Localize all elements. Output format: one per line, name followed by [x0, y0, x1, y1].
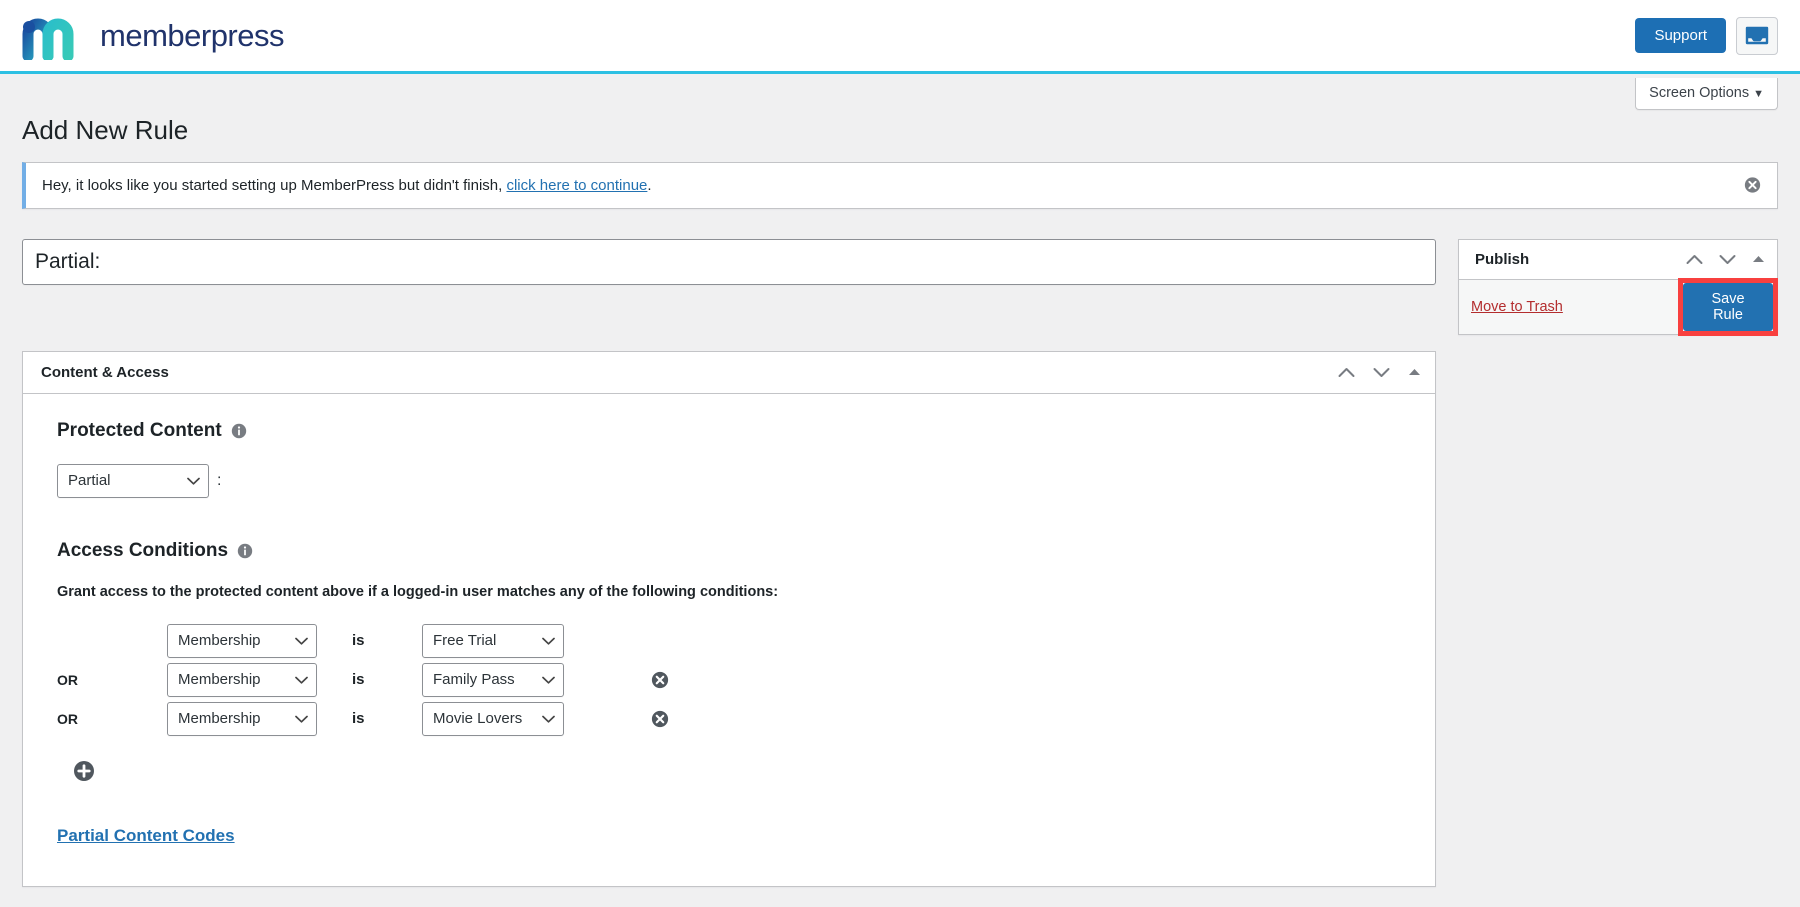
remove-condition-icon[interactable]: [651, 710, 669, 728]
condition-type-select-wrap: Membership: [167, 702, 317, 736]
toggle-panel-icon[interactable]: [1408, 368, 1421, 376]
notice-text-after: .: [647, 177, 651, 194]
condition-type-cell: Membership: [167, 702, 317, 736]
move-up-icon[interactable]: [1338, 367, 1355, 378]
condition-value-cell: Free Trial: [422, 624, 564, 658]
move-to-trash-link[interactable]: Move to Trash: [1471, 299, 1563, 315]
content-access-panel-title: Content & Access: [41, 364, 169, 381]
memberpress-logo-icon: [22, 12, 86, 60]
page-title: Add New Rule: [22, 108, 1778, 162]
protected-content-select[interactable]: Partial: [57, 464, 209, 498]
brand-header: memberpress Support: [0, 0, 1800, 74]
condition-comparison: is: [317, 671, 422, 688]
content-access-panel-header: Content & Access: [23, 352, 1435, 394]
protected-content-label: Protected Content: [57, 420, 222, 442]
screen-options-row: Screen Options ▼: [0, 74, 1800, 108]
content-access-panel-body: Protected Content Partial: [23, 394, 1435, 886]
move-down-icon[interactable]: [1719, 254, 1736, 265]
publish-box-title: Publish: [1475, 251, 1529, 268]
main-column: Content & Access: [22, 239, 1436, 887]
add-condition-icon[interactable]: [73, 760, 95, 782]
publish-box-footer: Move to Trash Save Rule: [1459, 280, 1777, 334]
protected-content-heading: Protected Content: [57, 420, 1435, 442]
close-icon[interactable]: [1744, 177, 1761, 194]
condition-delete-cell: [620, 710, 700, 728]
condition-delete-cell: [620, 671, 700, 689]
page-body: Add New Rule Hey, it looks like you star…: [0, 108, 1800, 887]
add-condition-row: [57, 760, 1435, 782]
partial-content-codes-link[interactable]: Partial Content Codes: [57, 826, 235, 846]
condition-value-select-wrap: Free Trial: [422, 624, 564, 658]
condition-type-cell: Membership: [167, 663, 317, 697]
condition-comparison: is: [317, 710, 422, 727]
protected-content-select-wrap: Partial: [57, 464, 209, 498]
inbox-button[interactable]: [1736, 17, 1778, 55]
editor-columns: Content & Access: [22, 239, 1778, 887]
condition-value-cell: Movie Lovers: [422, 702, 564, 736]
condition-value-select[interactable]: Free Trial: [422, 624, 564, 658]
sidebar-column: Publish Move to Trash: [1458, 239, 1778, 335]
condition-value-select[interactable]: Family Pass: [422, 663, 564, 697]
support-button[interactable]: Support: [1635, 18, 1726, 53]
publish-box: Publish Move to Trash: [1458, 239, 1778, 335]
setup-notice: Hey, it looks like you started setting u…: [22, 162, 1778, 209]
toggle-panel-icon[interactable]: [1752, 255, 1765, 263]
brand-actions: Support: [1635, 17, 1778, 55]
panel-controls: [1338, 367, 1421, 378]
condition-type-select-wrap: Membership: [167, 624, 317, 658]
memberpress-logo: memberpress: [22, 12, 284, 60]
condition-value-cell: Family Pass: [422, 663, 564, 697]
save-rule-button[interactable]: Save Rule: [1683, 283, 1773, 331]
publish-box-controls: [1686, 254, 1765, 265]
access-conditions-label: Access Conditions: [57, 540, 228, 562]
remove-condition-icon[interactable]: [651, 671, 669, 689]
condition-value-select[interactable]: Movie Lovers: [422, 702, 564, 736]
chevron-down-icon: ▼: [1753, 88, 1764, 100]
condition-type-cell: Membership: [167, 624, 317, 658]
protected-content-suffix: :: [217, 472, 221, 490]
content-access-panel: Content & Access: [22, 351, 1436, 887]
condition-type-select-wrap: Membership: [167, 663, 317, 697]
access-conditions-description: Grant access to the protected content ab…: [57, 584, 1435, 600]
condition-comparison: is: [317, 632, 422, 649]
save-rule-highlight: Save Rule: [1678, 278, 1778, 336]
protected-content-row: Partial :: [57, 464, 1435, 498]
condition-operator: OR: [57, 711, 167, 727]
publish-box-header: Publish: [1459, 240, 1777, 280]
screen-options-button[interactable]: Screen Options ▼: [1635, 78, 1778, 110]
condition-value-select-wrap: Family Pass: [422, 663, 564, 697]
condition-type-select[interactable]: Membership: [167, 702, 317, 736]
move-up-icon[interactable]: [1686, 254, 1703, 265]
condition-row: Membership is Free Trial: [57, 622, 1435, 660]
notice-text-before: Hey, it looks like you started setting u…: [42, 177, 506, 194]
move-down-icon[interactable]: [1373, 367, 1390, 378]
condition-type-select[interactable]: Membership: [167, 663, 317, 697]
condition-value-select-wrap: Movie Lovers: [422, 702, 564, 736]
brand-wordmark: memberpress: [100, 18, 284, 54]
rule-title-input[interactable]: [22, 239, 1436, 285]
inbox-icon: [1745, 26, 1769, 45]
notice-continue-link[interactable]: click here to continue: [506, 177, 647, 194]
info-icon[interactable]: [231, 423, 247, 439]
screen-options-label: Screen Options: [1649, 85, 1749, 101]
condition-operator: OR: [57, 672, 167, 688]
condition-row: OR Membership is: [57, 661, 1435, 699]
info-icon[interactable]: [237, 543, 253, 559]
access-conditions-heading: Access Conditions: [57, 540, 1435, 562]
condition-type-select[interactable]: Membership: [167, 624, 317, 658]
condition-row: OR Membership is: [57, 700, 1435, 738]
